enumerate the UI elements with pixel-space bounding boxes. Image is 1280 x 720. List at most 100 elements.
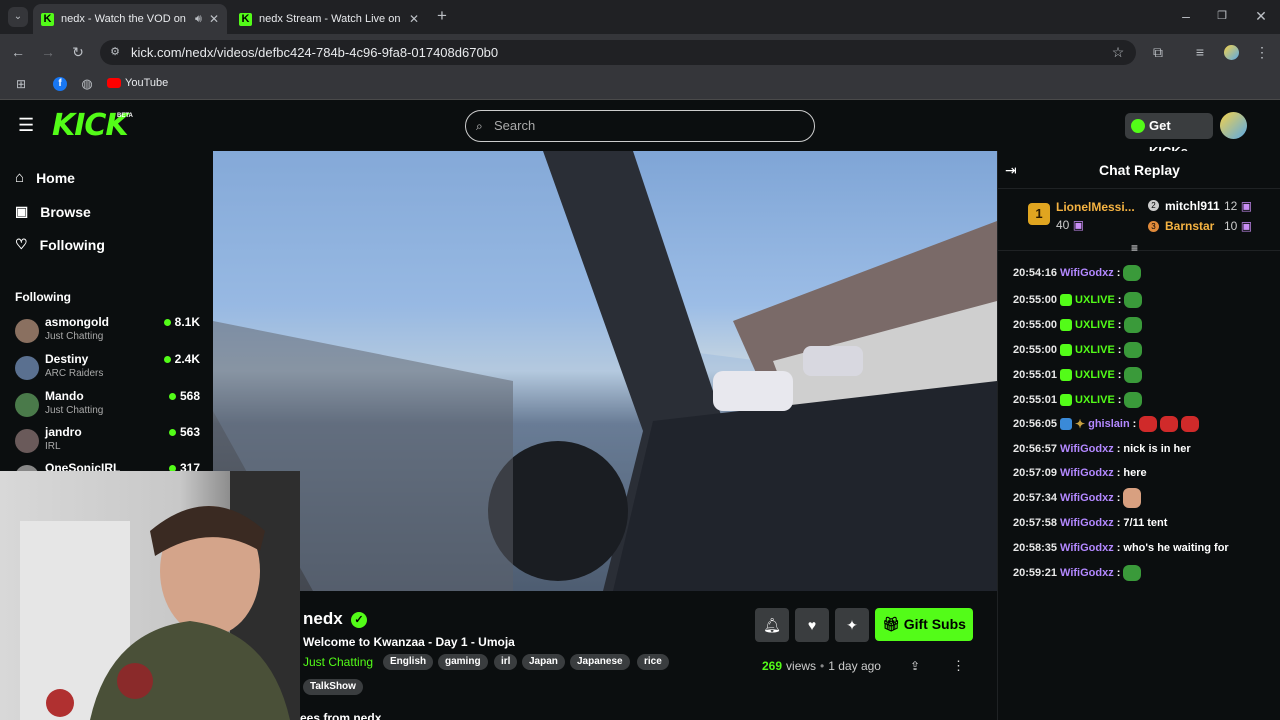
sidebar-item-browse[interactable]: ▣ Browse [15,203,91,220]
chat-username[interactable]: WifiGodxz [1060,492,1114,504]
tag[interactable]: Japanese [570,654,630,670]
chat-username[interactable]: UXLIVE [1075,319,1115,331]
following-name: Mando [45,389,84,403]
chat-username[interactable]: WifiGodxz [1060,443,1114,455]
video-category[interactable]: Just Chatting [303,655,373,669]
chat-username[interactable]: UXLIVE [1075,294,1115,306]
follow-heart-button[interactable]: ♥ [795,608,829,642]
collapse-chat-icon[interactable]: ⇥ [1005,162,1017,179]
tag[interactable]: TalkShow [303,679,363,695]
chat-message: 20:57:34 WifiGodxz: [1013,487,1142,509]
tag[interactable]: English [383,654,434,670]
youtube-icon[interactable] [107,78,121,88]
kicks-coin-icon [1131,119,1145,133]
tag[interactable]: Japan [522,654,565,670]
tab-stream[interactable]: K nedx Stream - Watch Live on Kick ✕ [231,4,427,34]
chat-username[interactable]: UXLIVE [1075,394,1115,406]
chat-username[interactable]: UXLIVE [1075,369,1115,381]
restore-icon[interactable]: ❐ [1212,6,1232,26]
following-item[interactable]: OneSonicIRL 317 [15,461,200,471]
sidebar-item-home[interactable]: ⌂ Home [15,169,75,186]
back-icon[interactable]: ← [8,42,28,62]
chat-username[interactable]: ghislain [1088,418,1130,430]
chat-message: 20:55:00 UXLIVE: [1013,289,1143,311]
chat-username[interactable]: WifiGodxz [1060,517,1114,529]
chat-username[interactable]: UXLIVE [1075,344,1115,356]
emote-icon [1124,317,1143,333]
sidebar-item-following[interactable]: ♡ Following [15,236,105,253]
timestamp: 20:58:35 [1013,542,1058,554]
menu-kebab-icon[interactable]: ⋮ [1252,42,1272,62]
extensions-icon[interactable]: ⧉ [1148,42,1168,62]
close-tab-icon[interactable]: ✕ [409,12,419,26]
bookmark-youtube[interactable]: YouTube [125,77,168,89]
tab-vod[interactable]: K nedx - Watch the VOD on Kick 🔊︎ ✕ [33,4,227,34]
profile-icon[interactable] [1224,45,1239,60]
gift-subs-button[interactable]: 🎁︎ Gift Subs [875,608,973,641]
forward-icon[interactable]: → [38,42,58,62]
tab-search-icon[interactable]: ⌄ [8,7,28,27]
chat-username[interactable]: WifiGodxz [1060,542,1114,554]
live-dot-icon [163,356,171,363]
globe-icon[interactable]: ◍ [79,74,95,94]
sparkle-icon: ✦ [846,617,858,633]
get-kicks-button[interactable]: Get KICKs [1125,113,1213,159]
top-gifter-name[interactable]: LionelMessi... [1056,200,1135,214]
viewer-count-value: 563 [179,425,200,439]
timestamp: 20:56:05 [1013,418,1058,430]
more-options-icon[interactable]: ⋮ [952,658,965,674]
tag[interactable]: rice [637,654,669,670]
timestamp: 20:55:00 [1013,344,1058,356]
close-tab-icon[interactable]: ✕ [209,12,219,26]
chat-username[interactable]: WifiGodxz [1060,267,1114,279]
media-control-icon[interactable]: ≡ [1190,42,1210,62]
close-window-icon[interactable]: ✕ [1251,6,1271,26]
avatar [15,356,39,380]
site-info-icon[interactable]: ⚙ [107,42,123,62]
viewer-count-value: 317 [179,461,200,471]
speaker-icon[interactable]: 🔊︎ [195,13,202,26]
beta-badge: BETA [117,113,133,119]
following-item[interactable]: asmongold Just Chatting 8.1K [15,315,200,351]
chat-username[interactable]: WifiGodxz [1060,467,1114,479]
notification-bell-button[interactable]: 🔔︎ [755,608,789,642]
viewer-count: 568 [168,389,200,403]
tab-title: nedx - Watch the VOD on Kick [61,13,188,25]
subscriber-badge-icon [1060,294,1073,306]
live-dot-icon [168,429,176,436]
reload-icon[interactable]: ↻ [68,42,88,62]
search-input[interactable]: ⌕ Search [465,110,815,142]
timestamp: 20:54:16 [1013,267,1058,279]
facebook-icon[interactable]: f [53,77,67,91]
minimize-icon[interactable]: – [1176,6,1196,26]
following-item[interactable]: Destiny ARC Raiders 2.4K [15,352,200,388]
apps-grid-icon[interactable]: ⊞ [12,74,30,94]
url-field[interactable]: ⚙ kick.com/nedx/videos/defbc424-784b-4c9… [100,40,1136,65]
following-category: Just Chatting [45,405,104,416]
emote-icon [1160,416,1179,432]
browser-tab-bar: ⌄ K nedx - Watch the VOD on Kick 🔊︎ ✕ K … [0,0,1280,34]
chat-text: 7/11 tent [1123,517,1168,529]
chat-text: here [1123,467,1147,479]
new-tab-icon[interactable]: + [432,6,452,26]
hamburger-menu-icon[interactable]: ☰ [18,116,34,134]
bookmarks-bar: ⊞ f ◍ YouTube [0,70,1280,100]
video-player[interactable] [213,151,997,591]
subscriber-badge-icon [1060,319,1073,331]
following-item[interactable]: jandro IRL 563 [15,425,200,461]
live-dot-icon [163,319,171,326]
chat-username[interactable]: WifiGodxz [1060,567,1114,579]
channel-name[interactable]: nedx [303,609,343,629]
bookmark-star-icon[interactable]: ☆ [1110,42,1126,62]
share-icon[interactable]: ⇪ [910,659,920,673]
user-avatar[interactable] [1220,112,1247,139]
following-item[interactable]: Mando Just Chatting 568 [15,389,200,425]
tag[interactable]: gaming [438,654,488,670]
top-gifter-name[interactable]: mitchl911 [1165,199,1220,213]
chat-text: nick is in her [1123,443,1191,455]
expand-gifters-icon[interactable]: ≡ [1131,241,1138,255]
top-gifter-name[interactable]: Barnstar [1165,219,1214,233]
tag[interactable]: irl [494,654,518,670]
sparkle-button[interactable]: ✦ [835,608,869,642]
gift-count: 40 [1056,218,1070,232]
